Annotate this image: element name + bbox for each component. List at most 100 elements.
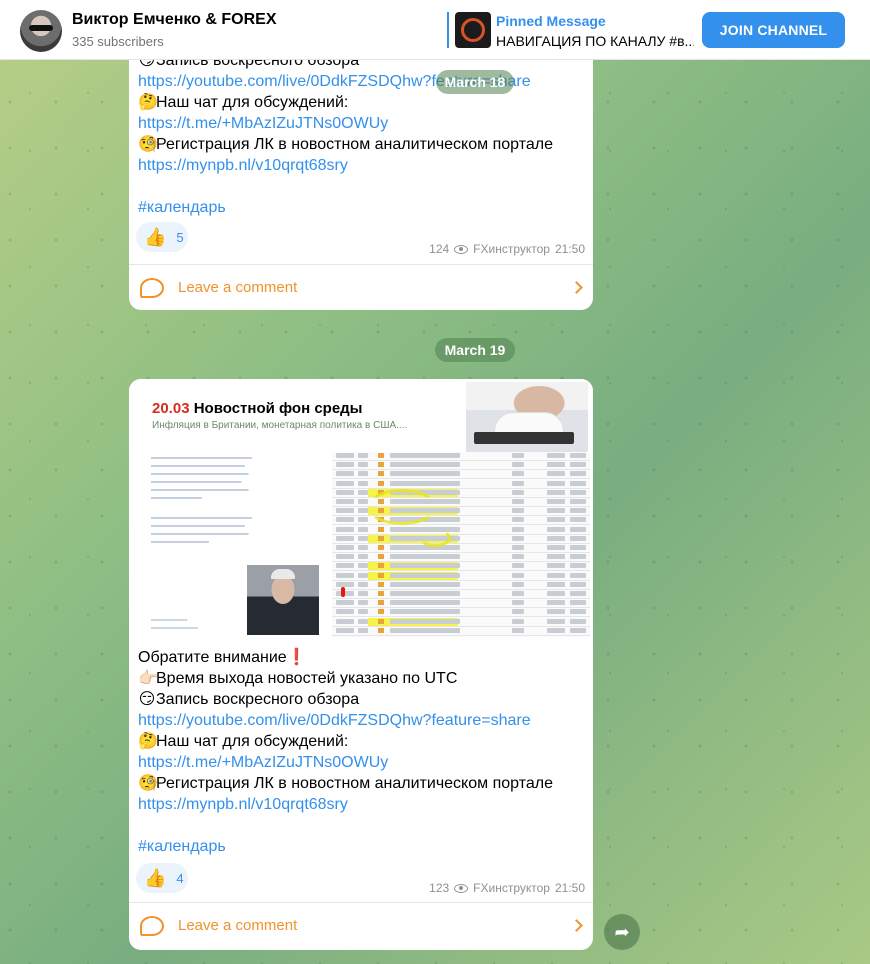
table-cell: [547, 554, 565, 560]
table-cell: [512, 462, 524, 468]
table-cell: [336, 627, 354, 633]
table-cell: [547, 618, 565, 624]
table-cell: [358, 517, 368, 523]
table-cell: [570, 526, 586, 532]
join-channel-button[interactable]: JOIN CHANNEL: [702, 12, 845, 48]
forward-button[interactable]: ➦: [604, 914, 640, 950]
pinned-label[interactable]: Pinned Message: [496, 13, 606, 29]
table-cell: [336, 508, 354, 514]
post-image[interactable]: 20.03 Новостной фон среды Инфляция в Бри…: [129, 379, 593, 639]
mynpb-link[interactable]: https://mynpb.nl/v10qrqt68sry: [138, 794, 584, 815]
table-row: [332, 452, 590, 461]
table-cell: [547, 591, 565, 596]
table-cell: [570, 489, 586, 495]
pinned-logo-ring: [461, 18, 485, 42]
portrait-hair: [271, 569, 295, 579]
channel-header: Виктор Емченко & FOREX 335 subscribers P…: [0, 0, 870, 60]
message-text: Обратите внимание❗ 👉🏻Время выхода новост…: [129, 647, 593, 857]
highlight-scribble: [419, 529, 451, 547]
pinned-thumbnail[interactable]: [455, 12, 491, 48]
table-cell: [336, 591, 354, 596]
table-cell: [570, 462, 586, 468]
reaction-count: 5: [176, 229, 184, 245]
table-cell: [336, 453, 354, 458]
table-cell: [336, 480, 354, 486]
flag-icon: [378, 609, 384, 615]
table-row: [332, 526, 590, 535]
line-text: Запись воскресного обзора: [156, 691, 360, 708]
table-cell: [390, 471, 460, 477]
channel-avatar[interactable]: [20, 10, 62, 52]
table-row: [332, 470, 590, 480]
man-shirt: [494, 412, 564, 434]
line-text: Обратите внимание: [138, 649, 287, 666]
pinned-text[interactable]: НАВИГАЦИЯ ПО КАНАЛУ #в...: [496, 33, 694, 49]
flag-icon: [378, 572, 384, 578]
post-time: 21:50: [554, 242, 585, 256]
chevron-right-icon: [570, 281, 583, 294]
table-cell: [512, 618, 524, 624]
hashtag-link[interactable]: #календарь: [138, 836, 584, 857]
table-cell: [358, 480, 368, 486]
line-text: Регистрация ЛК в новостном аналитическом…: [156, 775, 553, 792]
table-cell: [512, 591, 524, 596]
date-separator: March 19: [435, 338, 515, 362]
table-cell: [570, 508, 586, 514]
table-cell: [570, 618, 586, 624]
youtube-link[interactable]: https://youtube.com/live/0DdkFZSDQhw?fea…: [138, 71, 584, 92]
flag-icon: [378, 563, 384, 569]
table-row: [332, 488, 590, 498]
comment-bar[interactable]: Leave a comment: [129, 264, 593, 310]
table-cell: [570, 591, 586, 596]
table-cell: [336, 489, 354, 495]
table-cell: [390, 618, 460, 624]
youtube-link[interactable]: https://youtube.com/live/0DdkFZSDQhw?fea…: [138, 710, 584, 731]
flag-icon: [378, 600, 384, 606]
table-cell: [512, 526, 524, 532]
table-cell: [390, 609, 460, 615]
table-cell: [512, 600, 524, 606]
table-row: [332, 553, 590, 563]
table-cell: [358, 563, 368, 569]
table-cell: [512, 535, 524, 541]
message-line: 🧐Регистрация ЛК в новостном аналитическо…: [138, 134, 584, 155]
comment-bar[interactable]: Leave a comment: [129, 902, 593, 948]
table-cell: [390, 563, 460, 569]
table-cell: [390, 453, 460, 458]
table-cell: [358, 489, 368, 495]
table-cell: [512, 489, 524, 495]
table-row: [332, 608, 590, 618]
telegram-chat-link[interactable]: https://t.me/+MbAzIZuJTNs0OWUy: [138, 752, 584, 773]
table-cell: [512, 609, 524, 615]
line-text: Наш чат для обсуждений:: [156, 94, 349, 111]
keyboard-shape: [474, 432, 574, 444]
line-text: Время выхода новостей указано по UTC: [156, 670, 458, 687]
table-row: [332, 461, 590, 471]
hashtag-link[interactable]: #календарь: [138, 197, 584, 218]
reaction-button[interactable]: 👍 4: [136, 863, 188, 893]
smirk-emoji-icon: 😏: [138, 691, 156, 708]
reaction-count: 4: [176, 870, 184, 886]
monocle-emoji-icon: 🧐: [138, 136, 158, 153]
message-line: Обратите внимание❗: [138, 647, 584, 668]
post-time: 21:50: [554, 881, 585, 895]
thinking-emoji-icon: 🤔: [138, 94, 158, 111]
table-cell: [570, 581, 586, 587]
channel-title[interactable]: Виктор Емченко & FOREX: [72, 11, 277, 29]
eye-icon: [454, 244, 469, 254]
telegram-chat-link[interactable]: https://t.me/+MbAzIZuJTNs0OWUy: [138, 113, 584, 134]
table-row: [332, 571, 590, 581]
flag-icon: [378, 535, 384, 541]
table-cell: [512, 480, 524, 486]
mynpb-link[interactable]: https://mynpb.nl/v10qrqt68sry: [138, 155, 584, 176]
table-cell: [547, 499, 565, 504]
table-cell: [512, 471, 524, 477]
table-cell: [336, 581, 354, 587]
table-cell: [570, 535, 586, 541]
table-cell: [570, 471, 586, 477]
table-cell: [512, 581, 524, 587]
table-cell: [570, 554, 586, 560]
reaction-button[interactable]: 👍 5: [136, 222, 188, 252]
